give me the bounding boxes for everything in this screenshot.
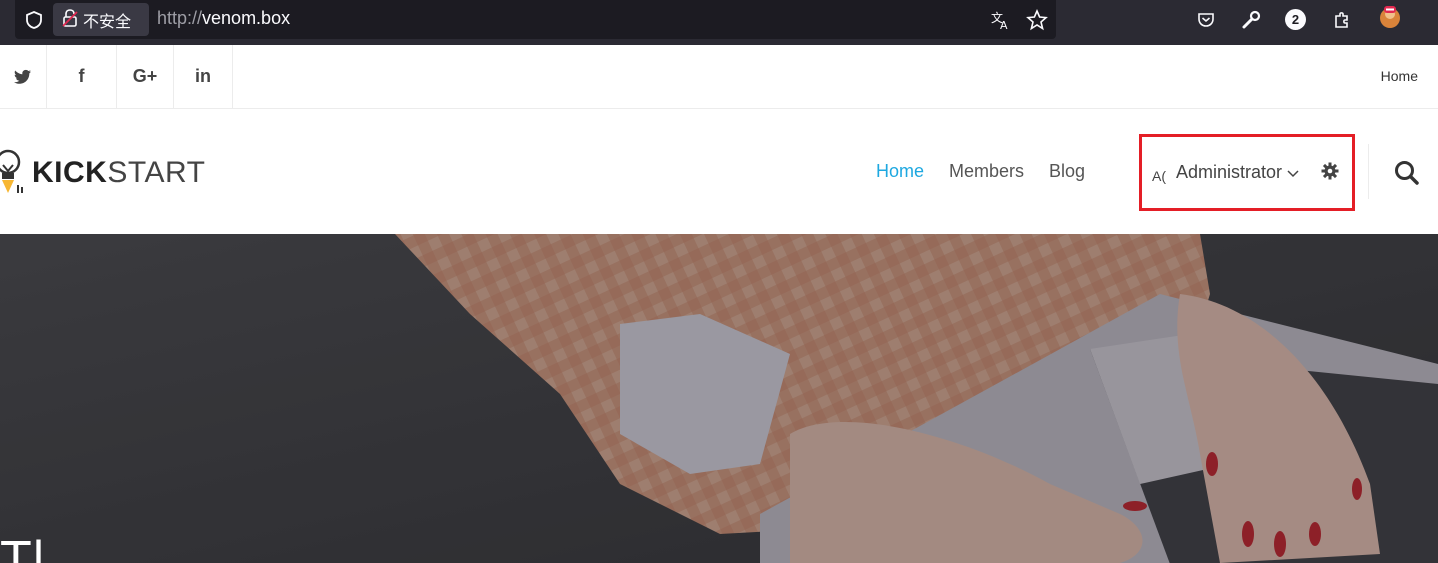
social-links: f G+ in — [0, 45, 233, 108]
extensions-icon[interactable] — [1330, 8, 1354, 32]
address-bar[interactable]: 不安全 http://venom.box 文A — [15, 0, 1056, 39]
gear-icon[interactable] — [1321, 162, 1339, 185]
hero-banner: T| — [0, 234, 1438, 563]
twitter-icon[interactable] — [0, 45, 47, 108]
url-text[interactable]: http://venom.box — [157, 8, 290, 29]
search-icon[interactable] — [1394, 160, 1420, 191]
site-logo[interactable]: KICKSTART — [0, 147, 205, 199]
user-menu-highlight: A( Administrator — [1139, 134, 1355, 211]
nav-blog[interactable]: Blog — [1049, 161, 1085, 182]
social-topbar: f G+ in Home — [0, 45, 1438, 109]
svg-text:A: A — [1000, 19, 1008, 31]
shield-icon[interactable] — [23, 9, 45, 31]
hero-background-image — [0, 234, 1438, 563]
header-divider — [1368, 144, 1369, 199]
main-nav: Home Members Blog — [876, 161, 1085, 182]
security-label: 不安全 — [83, 11, 132, 31]
lock-broken-icon — [61, 8, 79, 32]
hero-heading: T| — [0, 531, 46, 563]
site-header: KICKSTART Home Members Blog A( Administr… — [0, 109, 1438, 234]
bookmark-star-icon[interactable] — [1025, 8, 1049, 32]
nav-home[interactable]: Home — [876, 161, 924, 182]
facebook-icon[interactable]: f — [47, 45, 117, 108]
logo-text: KICKSTART — [32, 156, 206, 189]
notification-badge[interactable]: 2 — [1285, 9, 1306, 30]
google-plus-icon[interactable]: G+ — [117, 45, 174, 108]
lightbulb-logo-icon — [0, 145, 24, 202]
topbar-home-link[interactable]: Home — [1381, 68, 1418, 84]
profile-avatar-icon[interactable] — [1378, 3, 1402, 31]
chevron-down-icon — [1287, 162, 1299, 182]
wrench-icon[interactable] — [1239, 8, 1263, 32]
browser-toolbar: 不安全 http://venom.box 文A 2 — [0, 0, 1438, 45]
pocket-icon[interactable] — [1194, 8, 1218, 32]
user-menu-dropdown[interactable]: Administrator — [1176, 162, 1299, 183]
translate-icon[interactable]: 文A — [989, 8, 1013, 32]
linkedin-icon[interactable]: in — [174, 45, 233, 108]
not-secure-indicator[interactable]: 不安全 — [53, 3, 149, 36]
nav-members[interactable]: Members — [949, 161, 1024, 182]
user-avatar-icon[interactable]: A( — [1152, 168, 1166, 184]
